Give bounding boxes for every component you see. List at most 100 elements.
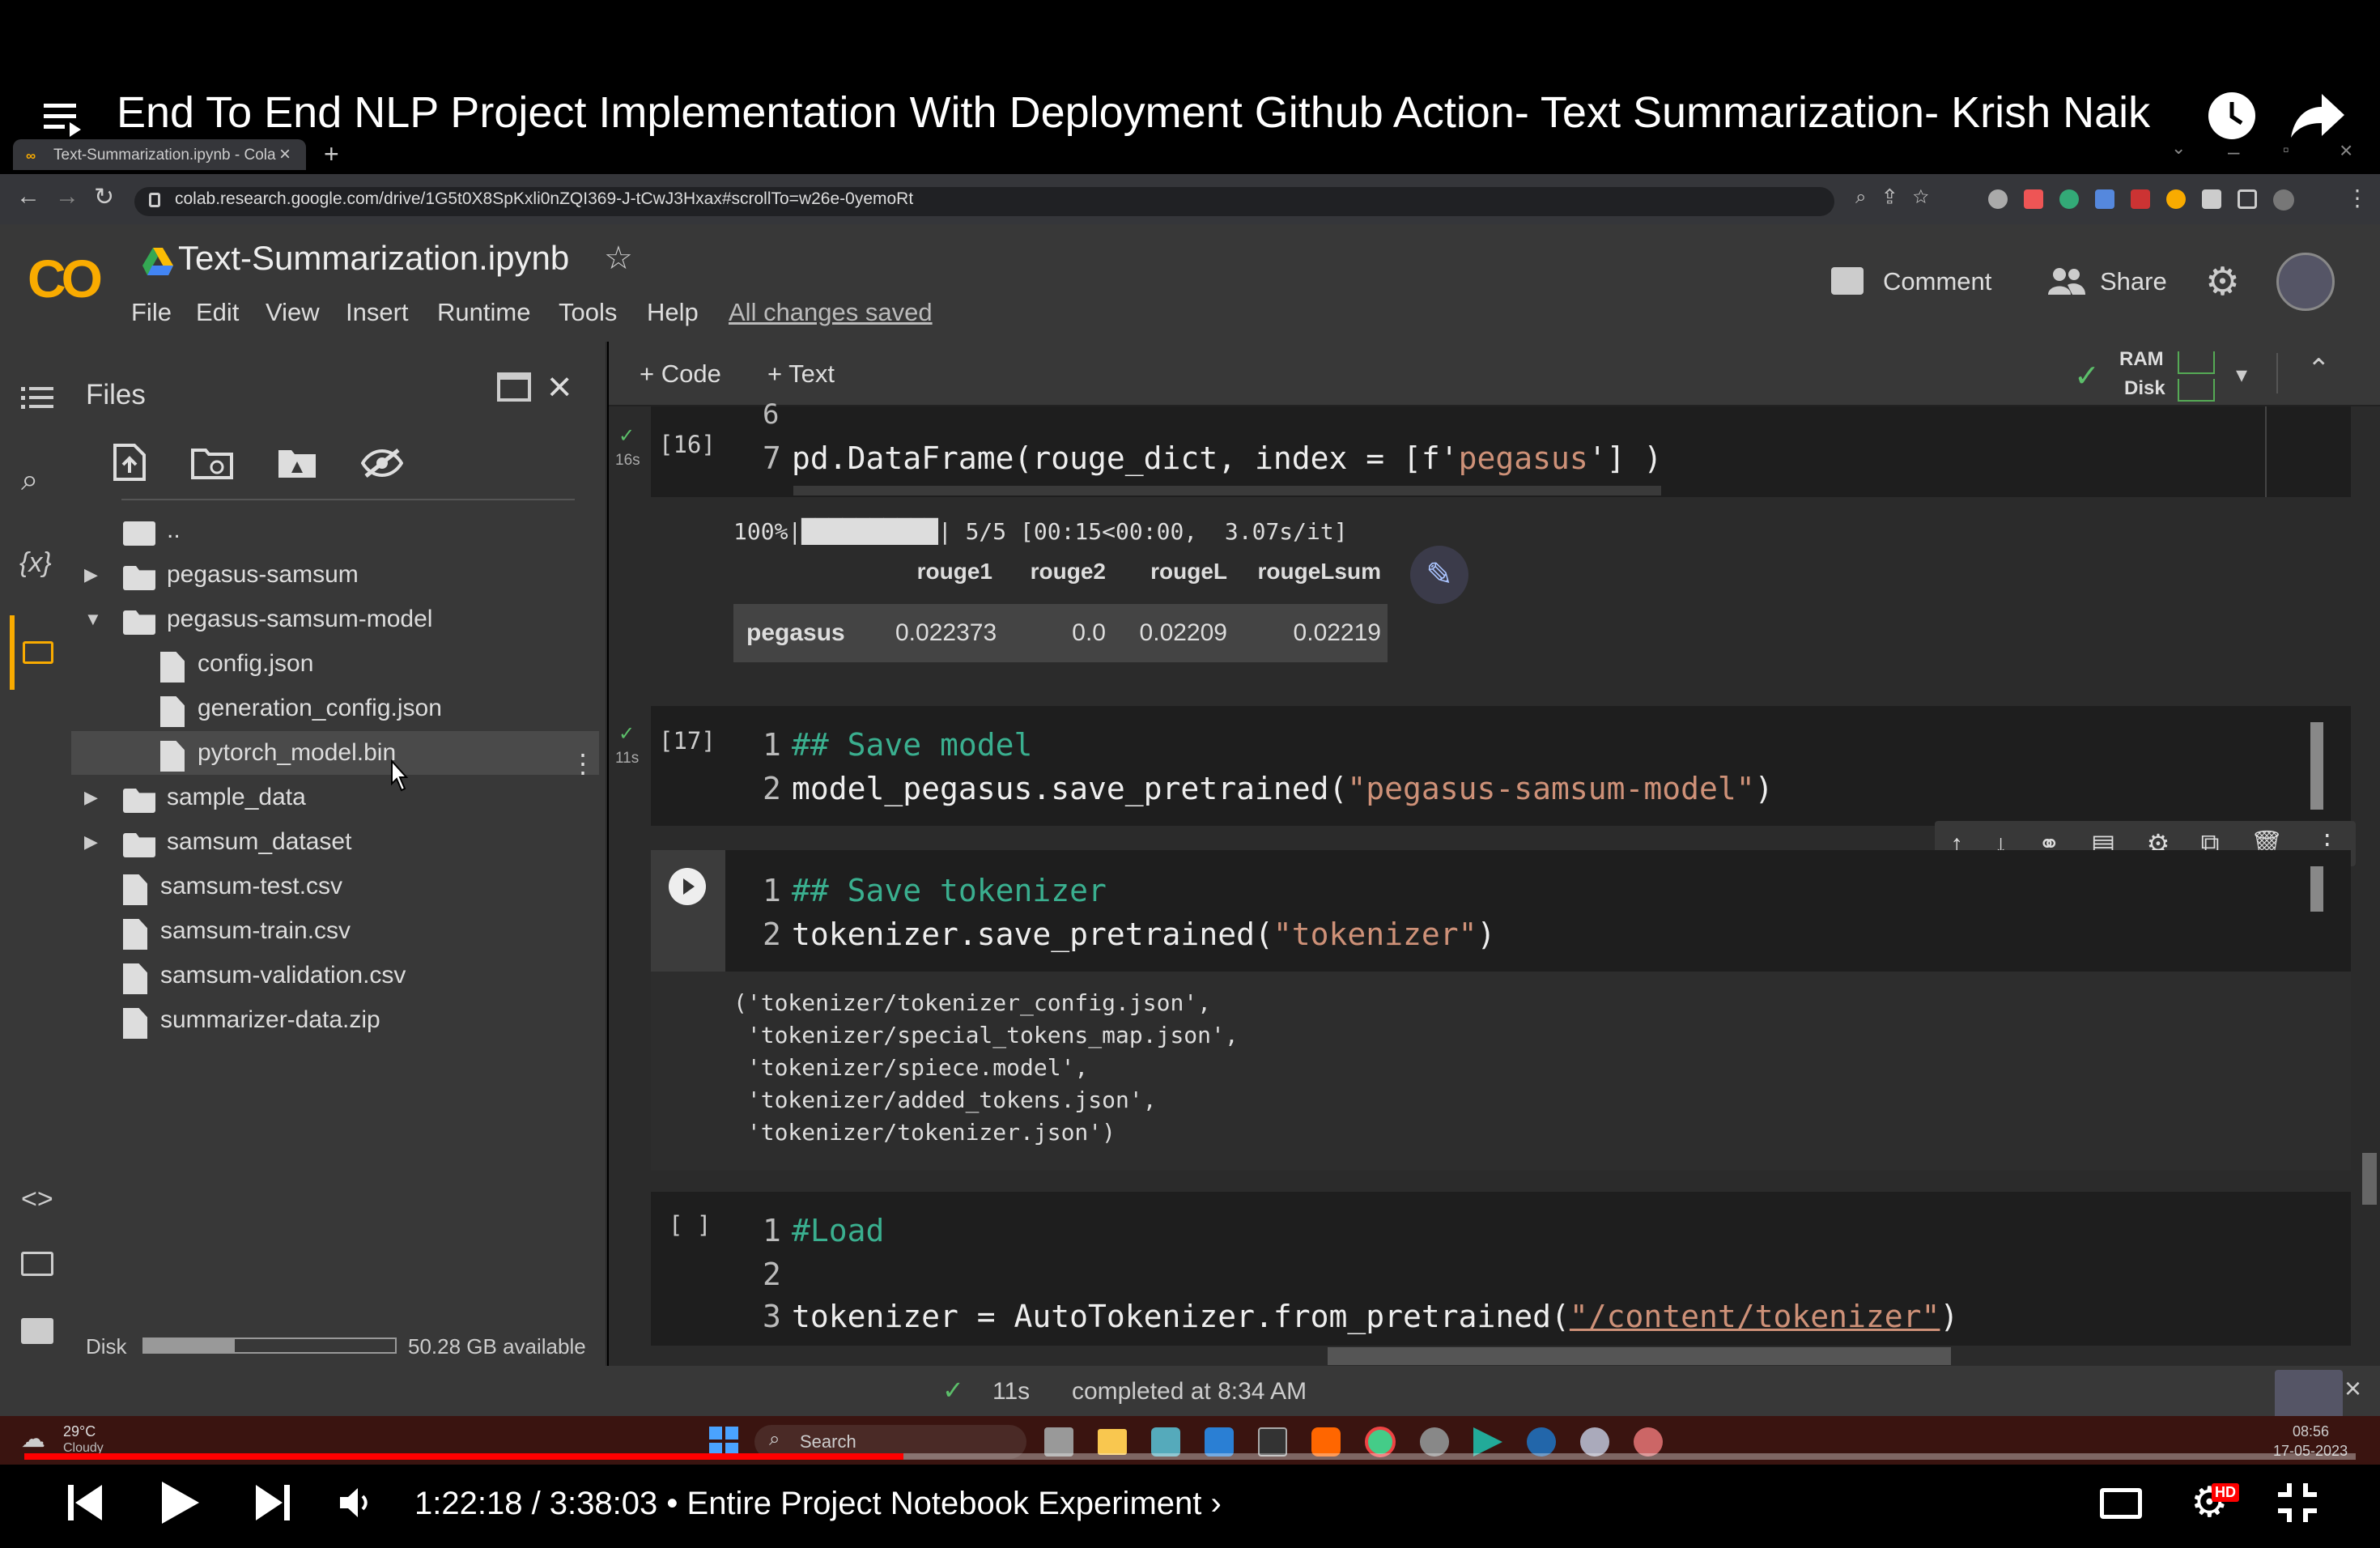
menu-tools[interactable]: Tools (559, 298, 617, 327)
mount-drive-icon[interactable] (277, 447, 317, 479)
close-panel-icon[interactable]: × (547, 363, 572, 411)
variables-icon[interactable]: {x} (19, 547, 52, 579)
minimize-icon[interactable]: – (2228, 139, 2239, 164)
new-tab-icon[interactable]: + (324, 139, 339, 169)
collapse-header-icon[interactable]: ⌃ (2307, 353, 2331, 385)
code-line[interactable]: tokenizer = AutoTokenizer.from_pretraine… (792, 1299, 1958, 1334)
colab-logo[interactable]: CO (28, 248, 103, 309)
code-comment[interactable]: #Load (792, 1213, 884, 1248)
code-snippets-icon[interactable]: <> (21, 1184, 53, 1215)
comment-icon[interactable] (1831, 267, 1864, 295)
table-of-contents-icon[interactable] (21, 385, 53, 410)
refresh-folder-icon[interactable] (191, 447, 233, 479)
share-button[interactable]: Share (2100, 267, 2167, 296)
expand-arrow-icon[interactable]: ▶ (84, 564, 98, 585)
tab-close-icon[interactable]: × (279, 143, 291, 166)
cell-scrollbar[interactable] (2310, 722, 2323, 810)
code-line[interactable]: pd.DataFrame(rouge_dict, index = [f'pega… (792, 440, 1662, 476)
avatar[interactable] (2276, 253, 2335, 311)
back-icon[interactable]: ← (16, 183, 40, 211)
folder-item[interactable]: pegasus-samsum-model (167, 606, 432, 633)
video-title[interactable]: End To End NLP Project Implementation Wi… (117, 87, 2150, 138)
address-actions-icon[interactable]: ⌕⇪☆ (1855, 186, 1947, 209)
file-more-icon[interactable]: ⋮ (570, 748, 596, 779)
folder-icon[interactable] (23, 641, 53, 664)
people-icon[interactable] (2048, 267, 2085, 295)
forward-icon[interactable]: → (55, 183, 79, 211)
menu-insert[interactable]: Insert (346, 298, 409, 327)
playlist-icon[interactable] (44, 100, 86, 138)
file-item[interactable]: generation_config.json (198, 695, 442, 722)
collapse-arrow-icon[interactable]: ▼ (84, 609, 102, 630)
tab-search-icon[interactable]: ⌄ (2171, 138, 2186, 159)
terminal-app-icon[interactable] (1258, 1427, 1287, 1457)
file-item[interactable]: samsum-test.csv (160, 873, 342, 900)
code-cell-active[interactable] (651, 850, 2351, 972)
folder-item[interactable]: sample_data (167, 784, 306, 811)
hidden-files-icon[interactable] (361, 447, 403, 479)
command-palette-icon[interactable] (21, 1252, 53, 1276)
cell-scrollbar[interactable] (2310, 866, 2323, 912)
comment-button[interactable]: Comment (1883, 267, 1991, 296)
menu-help[interactable]: Help (647, 298, 699, 327)
brave-icon[interactable] (1311, 1427, 1341, 1457)
restore-icon[interactable]: ▫ (2283, 139, 2289, 160)
status-time[interactable]: 11s (992, 1378, 1030, 1406)
chapter-arrow-icon[interactable]: › (1211, 1486, 1222, 1521)
add-text-button[interactable]: + Text (767, 359, 835, 389)
disk-resource-label[interactable]: Disk (2124, 377, 2165, 400)
overlay-close-icon[interactable]: × (2344, 1372, 2361, 1406)
share-arrow-icon[interactable] (2291, 94, 2344, 138)
play-icon[interactable] (162, 1482, 199, 1524)
ram-label[interactable]: RAM (2119, 348, 2164, 371)
horizontal-scrollbar[interactable] (793, 486, 1661, 495)
file-item[interactable]: samsum-train.csv (160, 917, 351, 945)
code-line[interactable]: model_pegasus.save_pretrained("pegasus-s… (792, 771, 1774, 806)
chapter-title[interactable]: • Entire Project Notebook Experiment (666, 1486, 1201, 1521)
search-icon[interactable]: ⌕ (21, 463, 38, 498)
watch-later-icon[interactable] (2207, 91, 2257, 141)
app-icon[interactable] (1634, 1427, 1663, 1457)
media-icon[interactable] (1473, 1427, 1502, 1457)
notebook-title[interactable]: Text-Summarization.ipynb (178, 239, 569, 278)
file-item[interactable]: config.json (198, 650, 313, 678)
parent-dir-item[interactable]: .. (167, 517, 181, 544)
obs-icon[interactable] (1420, 1427, 1449, 1457)
code-cell-17[interactable] (651, 706, 2351, 826)
run-cell-button[interactable] (669, 868, 706, 905)
previous-icon[interactable] (68, 1485, 102, 1520)
settings-gear-icon[interactable]: ⚙ (2205, 259, 2240, 304)
exit-fullscreen-icon[interactable] (2278, 1483, 2317, 1522)
window-close-icon[interactable]: × (2340, 138, 2352, 164)
folder-item[interactable]: samsum_dataset (167, 828, 351, 856)
file-item[interactable]: pytorch_model.bin (198, 739, 396, 767)
code-comment[interactable]: ## Save tokenizer (792, 873, 1107, 908)
notebook-scrollbar[interactable] (2362, 1153, 2377, 1205)
volume-icon[interactable] (340, 1486, 372, 1519)
open-in-tab-icon[interactable] (497, 372, 531, 402)
weather-icon[interactable]: ☁ (21, 1425, 45, 1453)
task-view-icon[interactable] (1044, 1427, 1073, 1457)
reload-icon[interactable]: ↻ (94, 183, 114, 211)
store-icon[interactable] (1151, 1427, 1180, 1457)
code-comment[interactable]: ## Save model (792, 727, 1032, 763)
add-code-button[interactable]: + Code (640, 359, 721, 389)
file-item[interactable]: samsum-validation.csv (160, 962, 406, 989)
extensions-icon[interactable] (1988, 189, 2294, 211)
magic-wand-icon[interactable]: ✎ (1410, 546, 1468, 604)
upload-icon[interactable] (113, 444, 146, 481)
folder-item[interactable]: pegasus-samsum (167, 561, 359, 589)
app-icon[interactable] (1527, 1427, 1556, 1457)
next-icon[interactable] (256, 1485, 290, 1520)
vscode-icon[interactable] (1205, 1427, 1234, 1457)
captions-icon[interactable] (2100, 1488, 2142, 1519)
status-text[interactable]: completed at 8:34 AM (1072, 1378, 1307, 1406)
resources-dropdown-icon[interactable]: ▾ (2236, 361, 2247, 388)
browser-menu-icon[interactable]: ⋮ (2346, 185, 2369, 211)
terminal-icon[interactable] (21, 1318, 53, 1344)
save-status[interactable]: All changes saved (729, 298, 933, 327)
expand-arrow-icon[interactable]: ▶ (84, 787, 98, 808)
code-line[interactable]: tokenizer.save_pretrained("tokenizer") (792, 916, 1495, 952)
menu-runtime[interactable]: Runtime (437, 298, 530, 327)
file-item[interactable]: summarizer-data.zip (160, 1006, 380, 1034)
